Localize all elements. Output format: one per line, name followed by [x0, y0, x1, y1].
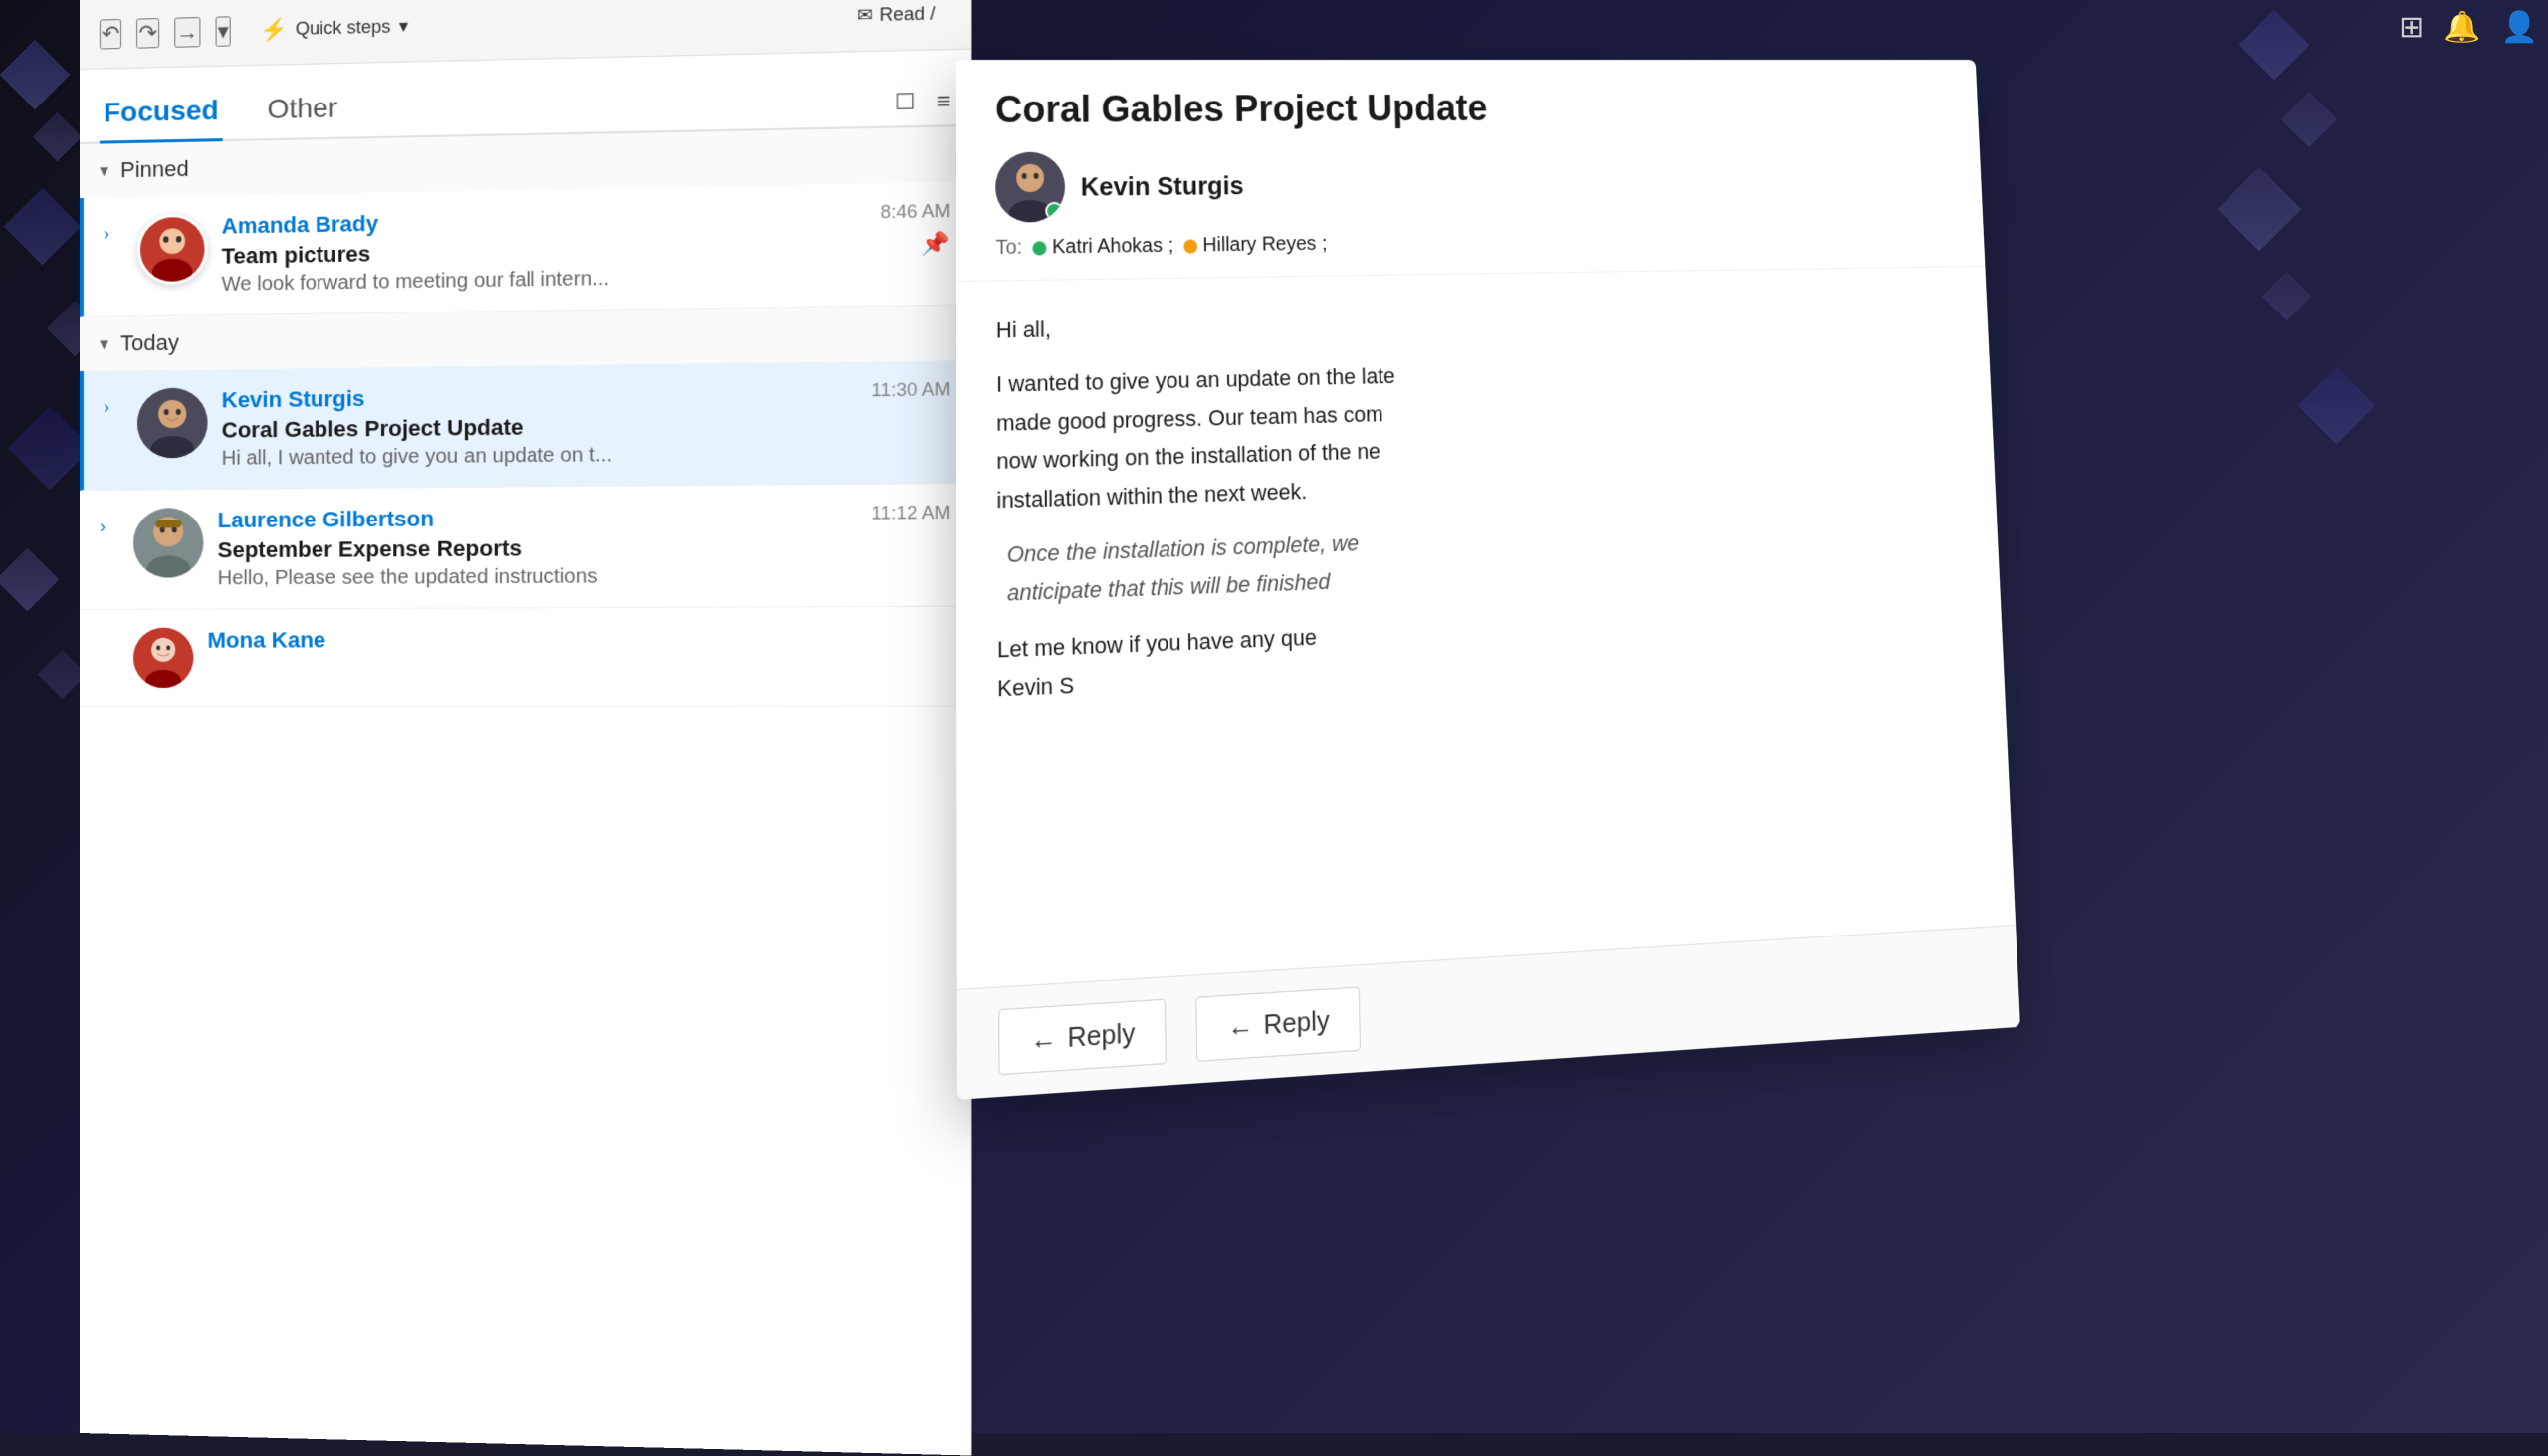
reply-icon: ← — [1030, 1022, 1057, 1057]
email-item[interactable]: › Kevin Sturgis Coral Gables Project Upd… — [80, 360, 971, 491]
expand-button[interactable]: › — [100, 517, 119, 537]
sender-name: Laurence Gilbertson — [218, 503, 857, 533]
reply-all-button[interactable]: ← Reply — [1196, 986, 1361, 1062]
undo-button[interactable]: ↶ — [100, 18, 121, 49]
today-section-label: Today — [120, 330, 179, 357]
recipient-status-icon — [1032, 241, 1046, 255]
recipient-name: Katri Ahokas — [1052, 235, 1163, 260]
email-subject: Team pictures — [222, 233, 866, 270]
email-body: Hi all, I wanted to give you an update o… — [956, 267, 2006, 758]
envelope-icon: ✉ — [857, 5, 873, 27]
status-indicator — [1045, 202, 1063, 220]
pinned-section-label: Pinned — [120, 156, 189, 183]
email-preview: Hi all, I wanted to give you an update o… — [222, 442, 857, 471]
detail-to-row: To: Katri Ahokas ; Hillary Reyes ; — [995, 226, 1949, 260]
detail-avatar — [995, 152, 1065, 223]
tab-other[interactable]: Other — [263, 80, 341, 140]
reply-all-icon: ← — [1227, 1009, 1254, 1044]
detail-sender-name: Kevin Sturgis — [1081, 170, 1244, 202]
detail-sender-row: Kevin Sturgis — [995, 146, 1948, 222]
reply-all-label: Reply — [1263, 1004, 1330, 1041]
recipient-separator: ; — [1322, 233, 1328, 256]
pin-icon: 📌 — [921, 231, 950, 258]
email-subject: Coral Gables Project Update — [222, 411, 857, 444]
to-label: To: — [995, 236, 1022, 260]
quick-steps-label: Quick steps — [296, 16, 391, 39]
email-item[interactable]: › Laurence Gilbertson September Expense … — [80, 484, 971, 610]
expand-button[interactable]: › — [104, 223, 123, 244]
tab-icons: ☐ ≡ — [895, 88, 951, 125]
body-paragraph-1: I wanted to give you an update on the la… — [996, 346, 1960, 520]
email-content: Laurence Gilbertson September Expense Re… — [218, 503, 857, 590]
quick-steps-button[interactable]: ⚡ Quick steps ▾ — [246, 7, 423, 50]
email-content: Mona Kane — [207, 625, 950, 657]
email-content: Amanda Brady Team pictures We look forwa… — [222, 202, 866, 297]
today-chevron-icon: ▾ — [100, 333, 108, 354]
read-label: Read / — [879, 3, 935, 26]
sender-name: Kevin Sturgis — [222, 380, 857, 413]
email-time: 8:46 AM — [880, 201, 950, 224]
quick-steps-dropdown-icon: ▾ — [399, 16, 408, 37]
email-item[interactable]: › Amanda Brady Team pictures We look for… — [80, 182, 971, 317]
recipient-separator: ; — [1168, 235, 1174, 258]
avatar — [137, 214, 207, 285]
recipient-status-icon — [1183, 239, 1197, 253]
lightning-icon: ⚡ — [260, 16, 288, 43]
email-preview: Hello, Please see the updated instructio… — [218, 564, 857, 590]
view-toggle-button[interactable]: ☐ — [895, 89, 916, 115]
filter-button[interactable]: ≡ — [937, 88, 951, 114]
bell-icon[interactable]: 🔔 — [2443, 10, 2480, 45]
expand-button[interactable]: › — [104, 397, 123, 418]
email-subject: September Expense Reports — [218, 533, 857, 563]
body-greeting: Hi all, — [996, 296, 1953, 349]
avatar — [133, 628, 193, 688]
email-content: Kevin Sturgis Coral Gables Project Updat… — [222, 380, 857, 471]
email-meta: 11:12 AM — [871, 503, 950, 524]
avatar — [133, 508, 203, 578]
read-button[interactable]: ✉ Read / — [842, 0, 950, 33]
recipient-name: Hillary Reyes — [1202, 233, 1316, 257]
email-list-panel: ↶ ↷ → ▾ ⚡ Quick steps ▾ ✉ Read / Focused… — [80, 0, 972, 1456]
tab-focused[interactable]: Focused — [100, 83, 223, 144]
detail-header: Coral Gables Project Update Kevin Sturgi… — [956, 60, 1985, 282]
avatar — [137, 388, 207, 459]
email-meta: 11:30 AM — [871, 379, 950, 401]
top-right-toolbar: ⊞ 🔔 👤 — [2399, 10, 2538, 45]
recipient-2: Hillary Reyes ; — [1183, 233, 1328, 258]
email-meta: 8:46 AM 📌 — [880, 201, 950, 259]
email-detail-panel: Coral Gables Project Update Kevin Sturgi… — [956, 60, 2020, 1100]
body-blockquote: Once the installation is complete, we an… — [997, 506, 1965, 613]
dropdown-button[interactable]: ▾ — [215, 16, 230, 47]
grid-icon[interactable]: ⊞ — [2399, 10, 2424, 45]
redo-button[interactable]: ↷ — [137, 18, 160, 49]
reply-button[interactable]: ← Reply — [998, 999, 1167, 1076]
email-time: 11:30 AM — [871, 379, 950, 401]
person-icon[interactable]: 👤 — [2501, 10, 2538, 45]
email-preview: We look forward to meeting our fall inte… — [222, 264, 866, 297]
reply-label: Reply — [1067, 1017, 1135, 1055]
recipient-1: Katri Ahokas ; — [1032, 235, 1173, 260]
body-signature: Let me know if you have any que Kevin S — [997, 593, 1968, 708]
detail-title: Coral Gables Project Update — [995, 88, 1944, 132]
pinned-chevron-icon: ▾ — [100, 160, 108, 181]
email-time: 11:12 AM — [871, 503, 950, 524]
sender-name: Mona Kane — [207, 625, 950, 653]
forward-button[interactable]: → — [174, 17, 200, 48]
email-item[interactable]: › Mona Kane — [80, 607, 971, 707]
